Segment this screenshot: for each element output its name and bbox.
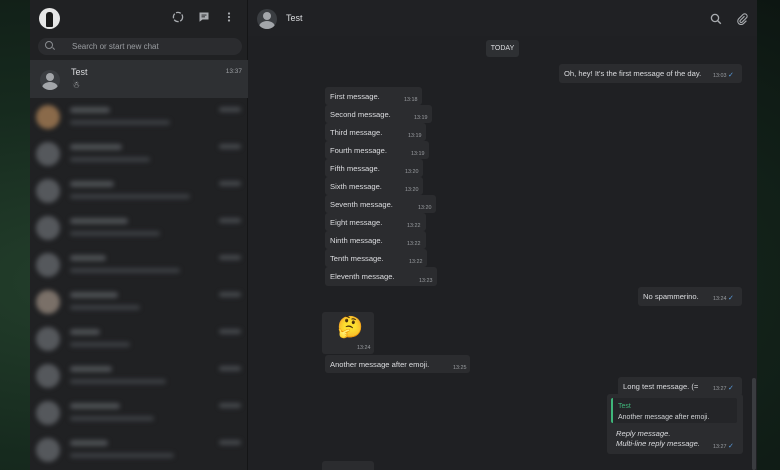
- message-incoming[interactable]: First message. 13:18: [325, 87, 422, 105]
- search-icon[interactable]: [710, 12, 722, 30]
- search-input[interactable]: [72, 39, 237, 54]
- message-reply[interactable]: Test Another message after emoji. Reply …: [607, 394, 743, 454]
- message-incoming[interactable]: Eight message. 13:22: [325, 213, 426, 231]
- message-incoming[interactable]: Ninth message. 13:22: [325, 231, 426, 249]
- message-time: 13:19: [414, 115, 428, 121]
- message-text: First message.: [330, 92, 380, 101]
- message-incoming[interactable]: Third message. 13:19: [325, 123, 426, 141]
- sidebar-header: [30, 0, 247, 36]
- read-check-icon: ✓: [728, 385, 734, 392]
- message-outgoing[interactable]: No spammerino. 13:24 ✓: [638, 287, 742, 306]
- conversation-title: Test: [286, 13, 303, 23]
- list-item[interactable]: [30, 357, 248, 394]
- day-separator: TODAY: [486, 40, 519, 57]
- chat-list-blurred: [30, 98, 248, 470]
- list-item[interactable]: [30, 394, 248, 431]
- message-outgoing[interactable]: Oh, hey! It's the first message of the d…: [559, 64, 742, 83]
- whatsapp-window: Test 13:37 ☃ Test: [30, 0, 757, 470]
- conversation-panel: Test TODAY Oh, hey! It's the first messa…: [248, 0, 757, 470]
- message-text: Oh, hey! It's the first message of the d…: [564, 69, 702, 78]
- message-incoming[interactable]: Sixth message. 13:20: [325, 177, 423, 195]
- read-check-icon: ✓: [728, 295, 734, 302]
- message-time: 13:27 ✓: [713, 443, 734, 450]
- list-item[interactable]: [30, 320, 248, 357]
- message-time: 13:24 ✓: [713, 295, 734, 302]
- list-item[interactable]: [30, 283, 248, 320]
- list-item[interactable]: [30, 135, 248, 172]
- status-icon[interactable]: [172, 11, 184, 25]
- list-item[interactable]: [30, 209, 248, 246]
- message-time: 13:22: [407, 223, 421, 229]
- message-text: Eight message.: [330, 218, 383, 227]
- list-item[interactable]: [30, 172, 248, 209]
- quoted-sender: Test: [618, 403, 631, 410]
- message-incoming[interactable]: Second message. 13:19: [325, 105, 432, 123]
- message-text: Reply message.: [616, 429, 671, 438]
- quoted-text: Another message after emoji.: [618, 414, 710, 421]
- sidebar: Test 13:37 ☃: [30, 0, 248, 470]
- quoted-message[interactable]: Test Another message after emoji.: [611, 398, 737, 423]
- message-incoming[interactable]: Fourth message. 13:19: [325, 141, 429, 159]
- message-time: 13:25: [453, 365, 467, 371]
- search-bar[interactable]: [38, 38, 242, 55]
- list-item[interactable]: [30, 431, 248, 468]
- message-text: Seventh message.: [330, 200, 393, 209]
- message-text: Long test message. (=: [623, 382, 699, 391]
- message-text: Multi-line reply message.: [616, 439, 700, 448]
- message-text: Tenth message.: [330, 254, 384, 263]
- message-time: 13:20: [418, 205, 432, 211]
- message-time: 13:03 ✓: [713, 72, 734, 79]
- message-incoming[interactable]: Tenth message. 13:22: [325, 249, 427, 267]
- message-text: Another message after emoji.: [330, 360, 430, 369]
- list-item[interactable]: [30, 246, 248, 283]
- profile-avatar[interactable]: [39, 8, 60, 29]
- message-text: Second message.: [330, 110, 391, 119]
- chat-time: 13:37: [225, 68, 242, 75]
- message-time: 13:22: [407, 241, 421, 247]
- read-check-icon: ✓: [728, 72, 734, 79]
- list-item[interactable]: [30, 98, 248, 135]
- message-text: Eleventh message.: [330, 272, 395, 281]
- chat-list-item-active[interactable]: Test 13:37 ☃: [30, 60, 248, 98]
- message-text: Sixth message.: [330, 182, 382, 191]
- message-text: Fourth message.: [330, 146, 387, 155]
- conversation-header[interactable]: Test: [248, 0, 757, 36]
- message-emoji[interactable]: 🤔 13:24: [322, 312, 374, 354]
- attach-icon[interactable]: [736, 12, 748, 30]
- search-icon: [45, 41, 53, 49]
- message-time: 13:20: [405, 169, 419, 175]
- message-incoming[interactable]: Fifth message. 13:20: [325, 159, 423, 177]
- message-incoming[interactable]: Another message after emoji. 13:25: [325, 355, 470, 373]
- message-time: 13:27 ✓: [713, 385, 734, 392]
- message-time: 13:20: [405, 187, 419, 193]
- read-check-icon: ✓: [728, 443, 734, 450]
- message-text: No spammerino.: [643, 292, 699, 301]
- message-text: Ninth message.: [330, 236, 383, 245]
- message-time: 13:24: [357, 345, 371, 351]
- message-text: Fifth message.: [330, 164, 380, 173]
- message-incoming[interactable]: Eleventh message. 13:23: [325, 267, 437, 286]
- chat-name: Test: [71, 67, 88, 77]
- message-time: 13:18: [404, 97, 418, 103]
- thinking-emoji-icon: 🤔: [337, 316, 364, 339]
- menu-dots-icon[interactable]: [226, 11, 232, 25]
- message-time: 13:22: [409, 259, 423, 265]
- contact-avatar: [40, 70, 60, 90]
- message-time: 13:19: [411, 151, 425, 157]
- scrollbar[interactable]: [752, 378, 756, 470]
- message-time: 13:23: [419, 278, 433, 284]
- chat-preview: ☃: [72, 80, 81, 90]
- message-incoming-partial[interactable]: [322, 461, 374, 470]
- message-time: 13:19: [408, 133, 422, 139]
- message-text: Third message.: [330, 128, 383, 137]
- new-chat-icon[interactable]: [198, 11, 210, 25]
- contact-avatar[interactable]: [257, 9, 277, 29]
- message-incoming[interactable]: Seventh message. 13:20: [325, 195, 436, 213]
